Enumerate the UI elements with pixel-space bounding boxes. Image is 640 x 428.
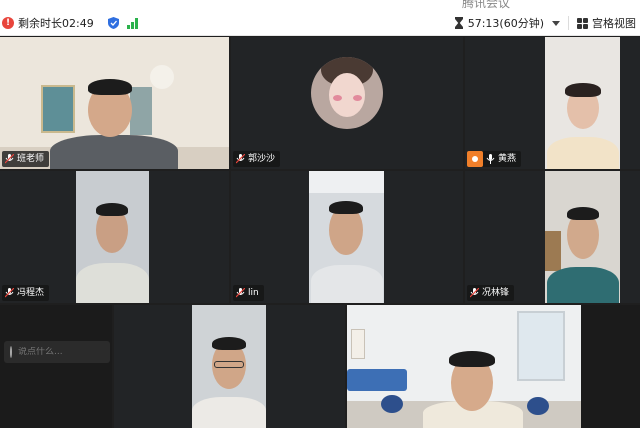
view-mode-button[interactable]: 宫格视图	[592, 15, 636, 31]
participant-name-tag: 班老师	[2, 151, 50, 167]
toolbar-divider	[568, 16, 569, 30]
participant-tile[interactable]	[114, 305, 345, 428]
participant-tile[interactable]: 班老师	[0, 37, 229, 169]
participant-tile[interactable]	[347, 305, 640, 428]
chat-panel	[0, 305, 112, 428]
participant-name-tag: 况林锋	[467, 285, 515, 301]
remaining-time: 剩余时长02:49	[18, 17, 94, 30]
avatar	[311, 57, 383, 129]
participant-name: 冯程杰	[17, 288, 45, 298]
participant-tile[interactable]: 况林锋	[465, 171, 640, 303]
app-title-bar: 腾讯会议	[0, 0, 640, 10]
video-grid: 班老师 郭沙沙 黄燕 冯程杰 lin 况林锋 说点什么...	[0, 37, 640, 428]
mic-muted-icon	[5, 288, 14, 298]
mic-muted-icon	[5, 154, 14, 164]
grid-icon[interactable]	[577, 17, 588, 29]
participant-video	[0, 37, 229, 169]
participant-tile[interactable]: 冯程杰	[0, 171, 229, 303]
signal-icon[interactable]	[126, 17, 139, 29]
participant-video	[192, 305, 266, 428]
chat-input[interactable]	[18, 347, 138, 357]
participant-name-tag: 冯程杰	[2, 285, 50, 301]
participant-name-tag: lin	[233, 285, 264, 301]
mic-muted-icon	[236, 288, 245, 298]
participant-name: 况林锋	[482, 288, 510, 298]
hourglass-icon	[454, 17, 463, 29]
participant-name: 黄燕	[498, 154, 517, 164]
participant-tile[interactable]: lin	[231, 171, 463, 303]
participant-video	[545, 171, 620, 303]
emoji-icon[interactable]	[10, 346, 12, 358]
app-title: 腾讯会议	[462, 0, 511, 10]
meeting-toolbar: ! 剩余时长02:49 57:13(60分钟) 宫格视图	[0, 10, 640, 36]
meeting-duration: 57:13(60分钟)	[467, 17, 544, 30]
participant-name-tag: 黄燕	[467, 151, 522, 167]
participant-video	[545, 37, 620, 169]
participant-tile[interactable]: 黄燕	[465, 37, 640, 169]
participant-video	[309, 171, 384, 303]
participant-name-tag: 郭沙沙	[233, 151, 281, 167]
chat-input-box[interactable]	[4, 341, 138, 363]
participant-name: lin	[248, 288, 259, 298]
participant-video	[347, 305, 581, 428]
mic-muted-icon	[470, 288, 479, 298]
user-icon	[467, 151, 483, 167]
chevron-down-icon[interactable]	[552, 20, 560, 26]
participant-name: 郭沙沙	[248, 154, 276, 164]
shield-icon[interactable]	[107, 17, 119, 29]
alert-icon[interactable]: !	[2, 17, 14, 29]
participant-name: 班老师	[17, 154, 45, 164]
mic-muted-icon	[236, 154, 245, 164]
participant-tile[interactable]: 郭沙沙	[231, 37, 463, 169]
mic-icon	[486, 154, 495, 164]
participant-video	[76, 171, 149, 303]
